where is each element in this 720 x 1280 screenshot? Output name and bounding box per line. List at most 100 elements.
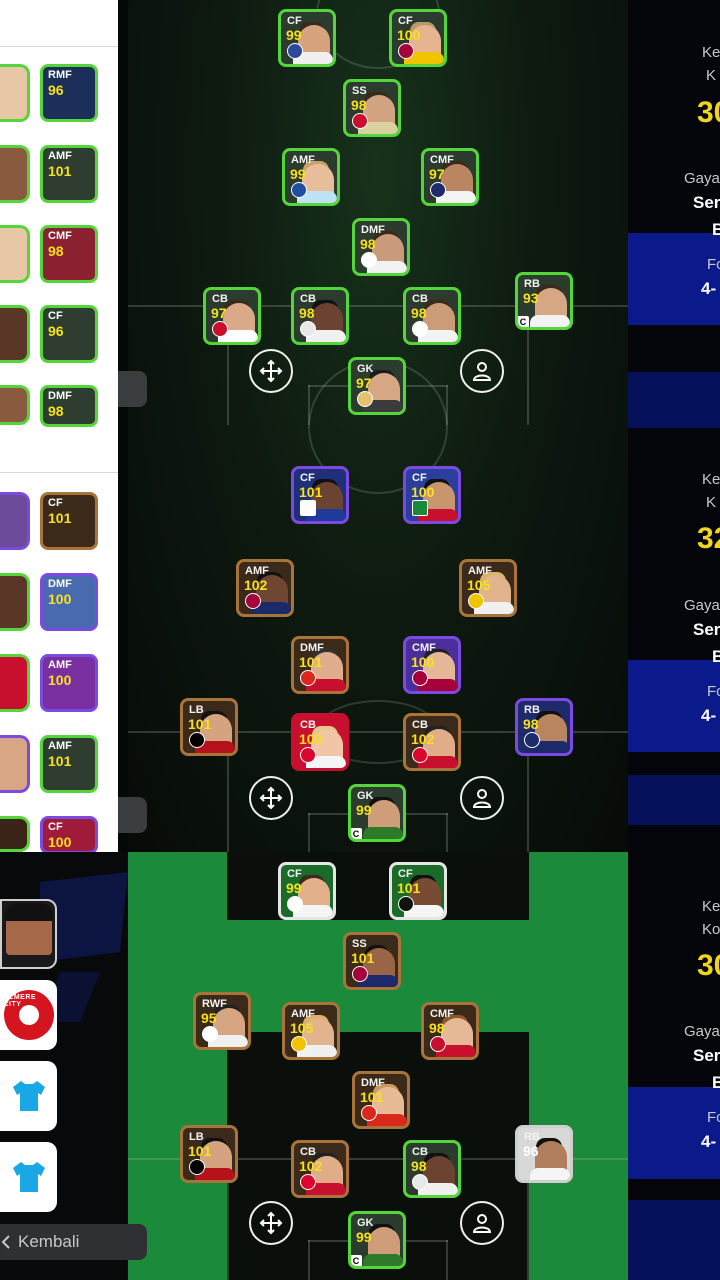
- list-player-card[interactable]: CF 100: [40, 816, 98, 852]
- player-rating: 101: [188, 1143, 212, 1159]
- player-face-thumb[interactable]: [0, 573, 30, 631]
- list-player-card[interactable]: AMF 100: [40, 654, 98, 712]
- decor-band: [628, 1200, 720, 1280]
- club-badge-icon: [291, 182, 307, 198]
- player-rating: 96: [523, 1143, 539, 1159]
- move-formation-button[interactable]: [249, 1201, 293, 1245]
- player-card[interactable]: LB 101: [180, 1125, 238, 1183]
- player-face-thumb[interactable]: [0, 492, 30, 550]
- player-card[interactable]: GK 99 C: [348, 784, 406, 842]
- player-card[interactable]: CMF 97: [421, 148, 479, 206]
- player-card[interactable]: DMF 98: [352, 218, 410, 276]
- chevron-left-icon: [1, 1235, 10, 1249]
- player-position: CMF: [48, 230, 72, 242]
- player-card[interactable]: CB 100: [291, 713, 349, 771]
- player-position: DMF: [48, 578, 72, 590]
- club-badge-icon: [361, 252, 377, 268]
- list-player-card[interactable]: DMF 98: [40, 385, 98, 427]
- club-badge-button[interactable]: ALMERE CITY: [0, 980, 57, 1050]
- player-rating: 101: [299, 484, 323, 500]
- player-face-thumb[interactable]: [0, 145, 30, 203]
- player-face-thumb[interactable]: [0, 654, 30, 712]
- strength-label: Ke: [702, 471, 720, 488]
- decor-band: [628, 372, 720, 428]
- panel-scroll-tab[interactable]: [118, 371, 147, 407]
- club-badge-icon: [291, 1036, 307, 1052]
- player-card[interactable]: RWF 95: [193, 992, 251, 1050]
- player-card[interactable]: CB 97: [203, 287, 261, 345]
- player-card[interactable]: CB 98: [403, 1140, 461, 1198]
- list-player-card[interactable]: DMF 100: [40, 573, 98, 631]
- player-position: RWF: [202, 998, 227, 1010]
- player-card[interactable]: CF 99: [278, 9, 336, 67]
- player-rating: 98: [48, 403, 64, 419]
- list-player-card[interactable]: CF 96: [40, 305, 98, 363]
- list-player-card[interactable]: AMF 101: [40, 735, 98, 793]
- player-card[interactable]: SS 98: [343, 79, 401, 137]
- player-card[interactable]: CF 100: [389, 9, 447, 67]
- player-card[interactable]: CB 102: [403, 713, 461, 771]
- club-badge-icon: [412, 747, 428, 763]
- player-card[interactable]: AMF 102: [236, 559, 294, 617]
- style-label: Gaya: [684, 1023, 720, 1040]
- player-face-thumb[interactable]: [0, 225, 30, 283]
- player-card[interactable]: GK 97: [348, 357, 406, 415]
- player-rating: 97: [211, 305, 227, 321]
- panel-scroll-tab[interactable]: [118, 797, 147, 833]
- player-card[interactable]: AMF 105: [459, 559, 517, 617]
- manager-card[interactable]: [0, 899, 57, 969]
- move-formation-button[interactable]: [249, 349, 293, 393]
- player-card[interactable]: AMF 105: [282, 1002, 340, 1060]
- player-face-thumb[interactable]: [0, 816, 30, 852]
- back-button[interactable]: Kembali: [0, 1224, 147, 1260]
- style-value: Ser: [693, 620, 720, 639]
- player-card[interactable]: AMF 99: [282, 148, 340, 206]
- player-card[interactable]: CMF 98: [421, 1002, 479, 1060]
- player-rating: 101: [48, 510, 72, 526]
- player-select-button[interactable]: [460, 1201, 504, 1245]
- player-card[interactable]: CF 99: [278, 862, 336, 920]
- player-card[interactable]: LB 101: [180, 698, 238, 756]
- player-card[interactable]: CF 100: [403, 466, 461, 524]
- player-position: AMF: [48, 740, 72, 752]
- club-badge-icon: [412, 1174, 428, 1190]
- player-position: GK: [357, 790, 374, 802]
- player-face-thumb[interactable]: [0, 305, 30, 363]
- player-card[interactable]: CF 101: [291, 466, 349, 524]
- list-player-card[interactable]: CMF 98: [40, 225, 98, 283]
- player-card[interactable]: DMF 101: [291, 636, 349, 694]
- player-select-button[interactable]: [460, 349, 504, 393]
- player-rating: 99: [286, 27, 302, 43]
- list-player-card[interactable]: CF 101: [40, 492, 98, 550]
- player-position: CMF: [430, 154, 454, 166]
- player-face-thumb[interactable]: [0, 735, 30, 793]
- player-rating: 99: [290, 166, 306, 182]
- player-select-button[interactable]: [460, 776, 504, 820]
- player-position: CB: [412, 719, 428, 731]
- player-list-panel[interactable]: RMF 96 AMF 101 CMF 98 CF 96 DMF 98 CF 10…: [0, 0, 118, 852]
- player-face-thumb[interactable]: [0, 64, 30, 122]
- move-formation-button[interactable]: [249, 776, 293, 820]
- player-rating: 101: [360, 1089, 384, 1105]
- player-card[interactable]: CMF 100: [403, 636, 461, 694]
- club-badge-icon: [212, 321, 228, 337]
- player-card[interactable]: RB 96: [515, 1125, 573, 1183]
- player-card[interactable]: GK 99 C: [348, 1211, 406, 1269]
- home-kit-button[interactable]: [0, 1061, 57, 1131]
- player-card[interactable]: CB 98: [403, 287, 461, 345]
- player-card[interactable]: RB 93 C: [515, 272, 573, 330]
- player-card[interactable]: RB 98: [515, 698, 573, 756]
- player-position: DMF: [300, 642, 324, 654]
- player-face-thumb[interactable]: [0, 385, 30, 425]
- player-card[interactable]: SS 101: [343, 932, 401, 990]
- away-kit-button[interactable]: [0, 1142, 57, 1212]
- player-card[interactable]: CF 101: [389, 862, 447, 920]
- player-card[interactable]: CB 98: [291, 287, 349, 345]
- player-card[interactable]: CB 102: [291, 1140, 349, 1198]
- player-rating: 98: [299, 305, 315, 321]
- player-rating: 100: [48, 834, 72, 850]
- player-card[interactable]: DMF 101: [352, 1071, 410, 1129]
- list-player-card[interactable]: AMF 101: [40, 145, 98, 203]
- list-player-card[interactable]: RMF 96: [40, 64, 98, 122]
- flag-icon: [412, 500, 428, 516]
